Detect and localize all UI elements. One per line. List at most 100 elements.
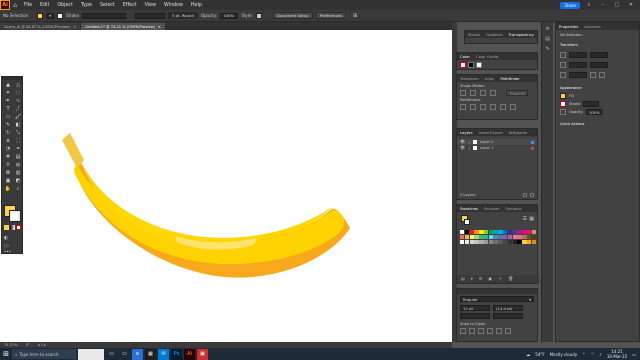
- none-mode-icon[interactable]: [16, 225, 21, 230]
- swatch-chip[interactable]: [483, 239, 489, 244]
- merge-icon[interactable]: [480, 104, 486, 110]
- gradient-mode-icon[interactable]: [10, 225, 15, 230]
- properties-icon[interactable]: ≡: [542, 26, 553, 32]
- rotation-field[interactable]: [569, 72, 587, 78]
- swatch-chip[interactable]: [460, 230, 465, 235]
- black-swatch[interactable]: [468, 62, 474, 68]
- minus-front-icon[interactable]: [470, 90, 476, 96]
- pencil-tool-icon[interactable]: ✎: [3, 121, 13, 129]
- divide-icon[interactable]: [460, 104, 466, 110]
- opacity-field[interactable]: 100%: [585, 109, 602, 115]
- tab-libraries[interactable]: Libraries: [584, 24, 600, 29]
- column-graph-tool-icon[interactable]: ▥: [13, 169, 23, 177]
- menu-object[interactable]: Object: [53, 3, 77, 8]
- white-swatch[interactable]: [476, 62, 482, 68]
- swatch-chip[interactable]: [507, 239, 513, 244]
- artboard-nav[interactable]: ◂ 1 ▸: [38, 343, 46, 347]
- rectangle-tool-icon[interactable]: ▭: [3, 113, 13, 121]
- eyedropper-tool-icon[interactable]: ⚲: [3, 161, 13, 169]
- swatch-chip[interactable]: [479, 234, 484, 240]
- swatch-chip[interactable]: [474, 230, 479, 235]
- snap-angular-icon[interactable]: [496, 328, 502, 334]
- app-icon[interactable]: ▣: [197, 348, 208, 360]
- layer-selection-indicator[interactable]: [531, 140, 534, 144]
- height-field[interactable]: [590, 62, 608, 68]
- rotate-icon[interactable]: [560, 72, 566, 78]
- swatch-chip[interactable]: [522, 239, 527, 244]
- shape-builder-tool-icon[interactable]: ◔: [3, 145, 13, 153]
- tab-layers[interactable]: Layers: [460, 130, 473, 135]
- trash-icon[interactable]: 🗑: [508, 276, 513, 282]
- share-button[interactable]: Share: [560, 1, 580, 9]
- swatch-chip[interactable]: [493, 230, 498, 235]
- stroke-swatch[interactable]: [57, 12, 64, 19]
- new-color-group-icon[interactable]: ▣: [488, 276, 492, 282]
- swatch-chip[interactable]: [488, 239, 494, 244]
- swatch-chip[interactable]: [460, 234, 465, 240]
- menu-window[interactable]: Window: [160, 3, 187, 8]
- tab-pathfinder[interactable]: Pathfinder: [500, 76, 519, 81]
- minimize-icon[interactable]: –: [598, 2, 608, 8]
- hand-tool-icon[interactable]: ✋: [3, 185, 13, 193]
- swatch-kind-icon[interactable]: ▾: [471, 276, 473, 282]
- swatch-chip[interactable]: [526, 234, 532, 240]
- home-icon[interactable]: ⌂: [10, 0, 20, 10]
- line-tool-icon[interactable]: ╱: [13, 105, 23, 113]
- tab-brushes[interactable]: Brushes: [484, 206, 499, 211]
- artboard-tool-icon[interactable]: ▣: [3, 177, 13, 185]
- swatch-chip[interactable]: [512, 230, 517, 235]
- eraser-tool-icon[interactable]: ◧: [13, 121, 23, 129]
- tracking-field[interactable]: [493, 313, 523, 319]
- link-icon[interactable]: [560, 62, 566, 68]
- layer-name[interactable]: Layer 1: [480, 146, 493, 150]
- stroke-weight-field[interactable]: [81, 12, 126, 19]
- notifications-icon[interactable]: ▭: [632, 352, 636, 357]
- tab-ilustra[interactable]: ilustra_ai @ 66.67 % (CMYK/Preview) ✕: [0, 23, 82, 30]
- volume-icon[interactable]: ♪: [599, 352, 602, 357]
- x-field[interactable]: [569, 52, 587, 58]
- blend-tool-icon[interactable]: ◍: [13, 161, 23, 169]
- arrange-icon[interactable]: ⊞: [353, 13, 357, 19]
- swatch-chip[interactable]: [488, 234, 494, 240]
- crop-icon[interactable]: [490, 104, 496, 110]
- weather-text[interactable]: Mostly cloudy: [550, 352, 578, 357]
- swatch-chip[interactable]: [507, 234, 513, 240]
- current-stroke-swatch[interactable]: [464, 219, 470, 225]
- zoom-tool-icon[interactable]: ⌕: [13, 185, 23, 193]
- style-swatch[interactable]: [255, 12, 262, 19]
- maximize-icon[interactable]: ▢: [612, 2, 622, 8]
- layer-row[interactable]: 👁 › Layer 1: [457, 145, 537, 151]
- illustrator-icon[interactable]: Ai: [184, 348, 195, 360]
- store-icon[interactable]: ▦: [145, 348, 156, 360]
- swatch-chip[interactable]: [503, 230, 508, 235]
- swatch-chip[interactable]: [522, 230, 527, 235]
- swatch-chip[interactable]: [498, 234, 503, 240]
- unite-icon[interactable]: [460, 90, 466, 96]
- swatch-chip[interactable]: [460, 239, 465, 244]
- selection-tool-icon[interactable]: ▲: [3, 81, 13, 89]
- banana-artwork[interactable]: [0, 30, 452, 342]
- swatch-chip[interactable]: [479, 239, 484, 244]
- swatch-chip[interactable]: [531, 239, 537, 244]
- swatch-chip[interactable]: [522, 234, 527, 240]
- taskbar-search[interactable]: ⌕ Type here to search: [12, 349, 76, 359]
- color-mode-icon[interactable]: [4, 225, 9, 230]
- chevron-right-icon[interactable]: ›: [468, 140, 470, 145]
- new-swatch-icon[interactable]: ＋: [498, 276, 502, 282]
- direct-selection-tool-icon[interactable]: △: [13, 81, 23, 89]
- swatch-chip[interactable]: [526, 239, 532, 244]
- flip-vertical-icon[interactable]: [599, 72, 605, 78]
- tab-artboards[interactable]: Artboards: [509, 130, 528, 135]
- layer-selection-indicator[interactable]: [531, 146, 534, 150]
- eye-icon[interactable]: 👁: [460, 145, 465, 151]
- more-tools-icon[interactable]: •••: [4, 249, 14, 255]
- symbol-sprayer-tool-icon[interactable]: ✿: [3, 169, 13, 177]
- y-field[interactable]: [590, 52, 608, 58]
- outline-icon[interactable]: [500, 104, 506, 110]
- brushes-icon[interactable]: ✎: [542, 46, 553, 52]
- artboard-canvas[interactable]: [0, 30, 452, 342]
- photoshop-icon[interactable]: Ps: [171, 348, 182, 360]
- swatch-chip[interactable]: [507, 230, 513, 235]
- swatch-chip[interactable]: [517, 234, 522, 240]
- swatch-library-icon[interactable]: ▤: [461, 276, 465, 282]
